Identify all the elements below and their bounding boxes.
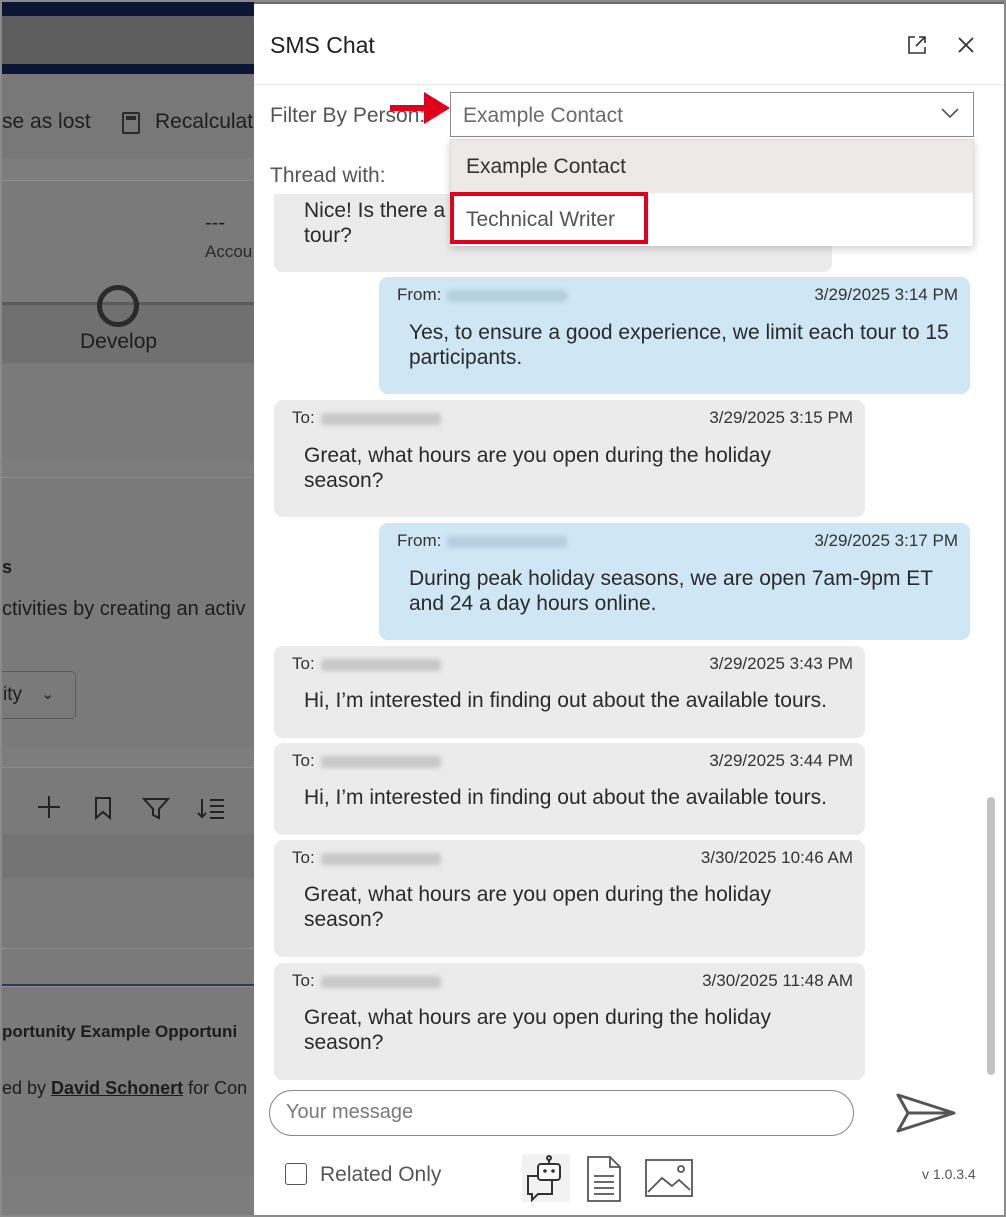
top-band <box>2 2 254 74</box>
message-timestamp: 3/29/2025 3:14 PM <box>814 285 958 304</box>
message-scrollbar[interactable] <box>987 797 995 1075</box>
bot-chat-icon[interactable] <box>522 1154 570 1202</box>
background-crm-app: se as lost Recalculate --- Accou Develop… <box>2 2 254 1215</box>
close-icon[interactable] <box>955 34 977 56</box>
redacted-name <box>320 658 441 671</box>
message-text: Nice! Is there a tour? <box>304 199 446 247</box>
redacted-name <box>320 412 441 425</box>
message-timestamp: 3/29/2025 3:43 PM <box>709 654 853 673</box>
send-icon[interactable] <box>894 1089 958 1137</box>
new-activity-button[interactable]: ity ⌄ <box>2 671 76 719</box>
calculator-icon <box>122 112 140 134</box>
add-icon <box>38 796 60 818</box>
message-bubble: From: 3/29/2025 3:14 PM Yes, to ensure a… <box>379 277 970 394</box>
screen: se as lost Recalculate --- Accou Develop… <box>0 0 1006 1217</box>
message-list[interactable]: Nice! Is there a tour? From: 3/29/2025 3:… <box>254 194 1004 1084</box>
message-input[interactable] <box>286 1101 826 1124</box>
message-bubble: To: 3/30/2025 11:48 AM Great, what hours… <box>274 963 865 1080</box>
record-title: portunity Example Opportuni <box>2 1022 238 1041</box>
header-divider <box>254 84 1004 85</box>
message-text: Yes, to ensure a good experience, we lim… <box>409 321 949 369</box>
redacted-name <box>447 535 568 548</box>
filter-by-person-select[interactable]: Example Contact <box>450 92 974 137</box>
grid-toolbar <box>38 796 224 821</box>
message-text: Great, what hours are you open during th… <box>304 444 771 492</box>
panel-title: SMS Chat <box>270 32 375 58</box>
close-as-lost-command[interactable]: se as lost <box>2 110 91 134</box>
stage-dashes: --- <box>205 212 225 234</box>
message-text: During peak holiday seasons, we are open… <box>409 567 934 615</box>
red-arrow-annotation <box>390 92 450 124</box>
message-recipient: To: <box>292 848 441 868</box>
message-text: Hi, I’m interested in finding out about … <box>304 689 827 712</box>
selected-person: Example Contact <box>463 104 623 127</box>
redacted-name <box>320 852 441 865</box>
bookmark-icon <box>95 797 111 821</box>
activities-text: ctivities by creating an activ <box>2 598 246 620</box>
created-by-link[interactable]: David Schonert <box>51 1078 183 1098</box>
message-text: Great, what hours are you open during th… <box>304 883 771 931</box>
highlight-annotation-box <box>450 192 648 244</box>
sms-chat-panel: SMS Chat Thread with: Nice! Is there a to… <box>254 4 1004 1215</box>
message-input-box[interactable] <box>269 1090 854 1136</box>
dropdown-option-example-contact[interactable]: Example Contact <box>451 140 973 193</box>
message-text: Great, what hours are you open during th… <box>304 1006 771 1054</box>
message-sender: From: <box>397 285 568 305</box>
message-recipient: To: <box>292 408 441 428</box>
message-recipient: To: <box>292 751 441 771</box>
image-icon[interactable] <box>644 1154 694 1198</box>
created-by-text: ed by David Schonert for Con <box>2 1078 248 1098</box>
message-timestamp: 3/29/2025 3:17 PM <box>814 531 958 550</box>
message-timestamp: 3/30/2025 11:48 AM <box>702 971 853 990</box>
message-recipient: To: <box>292 971 441 991</box>
stage-account-label: Accou <box>205 242 253 261</box>
redacted-name <box>447 289 568 302</box>
chevron-down-icon: ⌄ <box>41 686 55 703</box>
redacted-name <box>320 755 441 768</box>
redacted-name <box>320 975 441 988</box>
document-icon[interactable] <box>584 1154 624 1204</box>
pop-out-icon[interactable] <box>906 34 928 56</box>
activities-heading: s <box>2 557 13 577</box>
message-bubble: To: 3/30/2025 10:46 AM Great, what hours… <box>274 840 865 957</box>
version-label: v 1.0.3.4 <box>922 1166 976 1182</box>
message-text: Hi, I’m interested in finding out about … <box>304 786 827 809</box>
chevron-down-icon <box>941 108 959 119</box>
related-only-checkbox[interactable] <box>285 1163 307 1185</box>
message-bubble: To: 3/29/2025 3:15 PM Great, what hours … <box>274 400 865 517</box>
message-bubble: To: 3/29/2025 3:44 PM Hi, I’m interested… <box>274 743 865 835</box>
stage-develop-label[interactable]: Develop <box>80 330 157 354</box>
message-timestamp: 3/29/2025 3:44 PM <box>709 751 853 770</box>
thread-with-label: Thread with: <box>270 164 386 187</box>
message-bubble: From: 3/29/2025 3:17 PM During peak holi… <box>379 523 970 640</box>
stage-develop-icon[interactable] <box>97 285 139 327</box>
message-bubble: To: 3/29/2025 3:43 PM Hi, I’m interested… <box>274 646 865 738</box>
sort-icon <box>197 799 224 819</box>
message-sender: From: <box>397 531 568 551</box>
filter-icon <box>141 798 171 820</box>
message-timestamp: 3/30/2025 10:46 AM <box>700 848 853 867</box>
related-only-label: Related Only <box>320 1163 442 1186</box>
message-timestamp: 3/29/2025 3:15 PM <box>709 408 853 427</box>
recalculate-command[interactable]: Recalculate <box>155 110 254 134</box>
message-recipient: To: <box>292 654 441 674</box>
